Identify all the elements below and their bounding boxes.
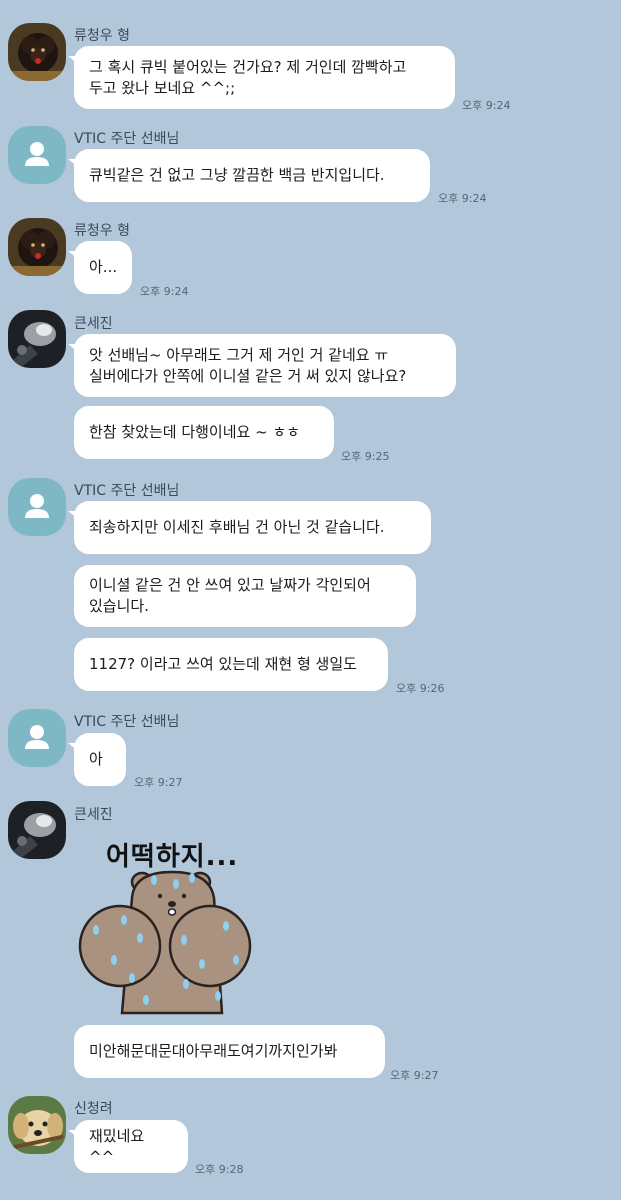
dog-avatar-icon[interactable] <box>8 218 66 276</box>
message-bubble[interactable]: 재밌네요 ^^ <box>68 1120 188 1173</box>
message-time: 오후 9:27 <box>134 776 183 789</box>
puppy-avatar-icon[interactable] <box>8 1096 66 1154</box>
message-bubble[interactable]: 아... <box>68 241 132 294</box>
message-time: 오후 9:28 <box>195 1163 244 1176</box>
default-profile-icon[interactable] <box>8 478 66 536</box>
sender-name: 류청우 형 <box>74 223 130 239</box>
dark-photo-avatar-icon[interactable] <box>8 801 66 859</box>
message-time: 오후 9:24 <box>438 192 487 205</box>
sender-name: 류청우 형 <box>74 28 130 44</box>
bear-sticker[interactable]: 어떡하지... <box>76 828 254 1018</box>
message-bubble[interactable]: 1127? 이라고 쓰여 있는데 재현 형 생일도 <box>74 638 388 691</box>
sender-name: 신청려 <box>74 1101 113 1117</box>
message-time: 오후 9:24 <box>462 99 511 112</box>
default-profile-icon[interactable] <box>8 709 66 767</box>
message-bubble[interactable]: 앗 선배님~ 아무래도 그거 제 거인 거 같네요 ㅠ 실버에다가 안쪽에 이니… <box>68 334 456 397</box>
sweating-bear-icon <box>78 870 252 1015</box>
default-profile-icon[interactable] <box>8 126 66 184</box>
dog-avatar-icon[interactable] <box>8 23 66 81</box>
message-time: 오후 9:26 <box>396 682 445 695</box>
message-bubble[interactable]: 이니셜 같은 건 안 쓰여 있고 날짜가 각인되어 있습니다. <box>74 565 416 627</box>
sender-name: VTIC 주단 선배님 <box>74 131 180 147</box>
dark-photo-avatar-icon[interactable] <box>8 310 66 368</box>
message-bubble[interactable]: 큐빅같은 건 없고 그냥 깔끔한 백금 반지입니다. <box>68 149 430 202</box>
sender-name: 큰세진 <box>74 807 113 823</box>
message-time: 오후 9:27 <box>390 1069 439 1082</box>
message-bubble[interactable]: 그 혹시 큐빅 붙어있는 건가요? 제 거인데 깜빡하고 두고 왔나 보네요 ^… <box>68 46 455 109</box>
message-bubble[interactable]: 한참 찾았는데 다행이네요 ~ ㅎㅎ <box>74 406 334 459</box>
sender-name: VTIC 주단 선배님 <box>74 483 180 499</box>
message-bubble[interactable]: 죄송하지만 이세진 후배님 건 아닌 것 같습니다. <box>68 501 431 554</box>
sender-name: VTIC 주단 선배님 <box>74 714 180 730</box>
message-time: 오후 9:24 <box>140 285 189 298</box>
message-time: 오후 9:25 <box>341 450 390 463</box>
sender-name: 큰세진 <box>74 316 113 332</box>
message-bubble[interactable]: 아 <box>68 733 126 786</box>
message-bubble[interactable]: 미안해문대문대아무래도여기까지인가봐 <box>74 1025 385 1078</box>
